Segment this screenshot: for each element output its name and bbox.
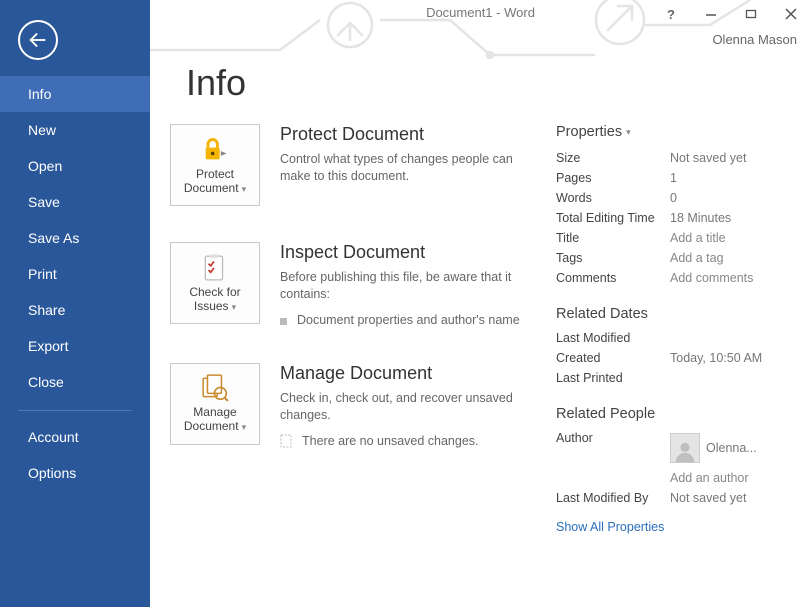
prop-last-printed: Last Printed [556, 368, 801, 388]
sidebar-item-label: Info [28, 86, 51, 102]
sidebar-item-label: Close [28, 374, 64, 390]
sidebar-item-label: Share [28, 302, 65, 318]
sidebar-item-label: Open [28, 158, 62, 174]
section-text: Protect Document Control what types of c… [280, 124, 540, 206]
properties-panel: Properties ▾ SizeNot saved yet Pages1 Wor… [540, 124, 801, 607]
sidebar-item-info[interactable]: Info [0, 76, 150, 112]
bullet-icon [280, 318, 287, 325]
related-people-heading: Related People [556, 406, 801, 422]
section-desc: Control what types of changes people can… [280, 151, 530, 185]
sidebar-item-saveas[interactable]: Save As [0, 220, 150, 256]
back-button[interactable] [18, 20, 58, 60]
sidebar-item-label: Export [28, 338, 68, 354]
prop-time: Total Editing Time18 Minutes [556, 208, 801, 228]
help-icon: ? [667, 7, 675, 22]
main-pane: Document1 - Word ? Olenna Mason Info [150, 0, 811, 607]
page-icon [280, 434, 292, 451]
section-desc: Before publishing this file, be aware th… [280, 269, 530, 303]
section-text: Manage Document Check in, check out, and… [280, 363, 540, 451]
tile-label: Check for Issues▾ [189, 286, 240, 314]
minimize-icon [705, 8, 717, 20]
section-title: Protect Document [280, 124, 540, 145]
prop-size: SizeNot saved yet [556, 148, 801, 168]
prop-comments[interactable]: CommentsAdd comments [556, 268, 801, 288]
properties-heading: Properties [556, 124, 622, 140]
section-manage: Manage Document▾ Manage Document Check i… [170, 363, 540, 451]
prop-pages: Pages1 [556, 168, 801, 188]
prop-author: Author Olenna... Add an author [556, 428, 801, 488]
protect-document-button[interactable]: Protect Document▾ [170, 124, 260, 206]
sidebar-item-options[interactable]: Options [0, 455, 150, 491]
related-dates-heading: Related Dates [556, 306, 801, 322]
bullet-text: There are no unsaved changes. [302, 434, 479, 448]
lock-icon [201, 135, 229, 165]
section-bullet: There are no unsaved changes. [280, 434, 540, 451]
sidebar-divider [18, 410, 132, 411]
add-author-field[interactable]: Add an author [670, 471, 757, 485]
check-for-issues-button[interactable]: Check for Issues▾ [170, 242, 260, 324]
prop-last-modified-by: Last Modified ByNot saved yet [556, 488, 801, 508]
titlebar: ? [150, 0, 811, 28]
chevron-down-icon: ▾ [626, 127, 631, 138]
author-entry[interactable]: Olenna... [670, 433, 757, 463]
section-bullet: Document properties and author's name [280, 313, 540, 327]
sidebar-item-close[interactable]: Close [0, 364, 150, 400]
restore-button[interactable] [731, 0, 771, 28]
prop-title[interactable]: TitleAdd a title [556, 228, 801, 248]
sidebar-item-account[interactable]: Account [0, 419, 150, 455]
section-title: Inspect Document [280, 242, 540, 263]
back-arrow-icon [27, 29, 49, 51]
bullet-text: Document properties and author's name [297, 313, 520, 327]
sidebar-item-label: Print [28, 266, 57, 282]
checklist-icon [202, 253, 228, 283]
avatar-icon [670, 433, 700, 463]
manage-document-button[interactable]: Manage Document▾ [170, 363, 260, 445]
sidebar-item-export[interactable]: Export [0, 328, 150, 364]
section-title: Manage Document [280, 363, 540, 384]
prop-tags[interactable]: TagsAdd a tag [556, 248, 801, 268]
help-button[interactable]: ? [651, 0, 691, 28]
tile-label: Manage Document▾ [184, 406, 246, 434]
restore-icon [745, 8, 757, 20]
info-content: Protect Document▾ Protect Document Contr… [170, 124, 801, 607]
sidebar-item-label: Save As [28, 230, 79, 246]
prop-words: Words0 [556, 188, 801, 208]
section-text: Inspect Document Before publishing this … [280, 242, 540, 327]
author-name: Olenna... [706, 441, 757, 455]
sidebar-item-open[interactable]: Open [0, 148, 150, 184]
sidebar-item-print[interactable]: Print [0, 256, 150, 292]
section-desc: Check in, check out, and recover unsaved… [280, 390, 530, 424]
minimize-button[interactable] [691, 0, 731, 28]
info-left-column: Protect Document▾ Protect Document Contr… [170, 124, 540, 607]
page-heading: Info [186, 62, 246, 104]
prop-last-modified: Last Modified [556, 328, 801, 348]
sidebar-item-label: New [28, 122, 56, 138]
close-icon [785, 8, 797, 20]
backstage-sidebar: Info New Open Save Save As Print Share E… [0, 0, 150, 607]
properties-dropdown[interactable]: Properties ▾ [556, 124, 631, 140]
show-all-properties-link[interactable]: Show All Properties [556, 520, 664, 534]
close-button[interactable] [771, 0, 811, 28]
sidebar-item-share[interactable]: Share [0, 292, 150, 328]
document-versions-icon [201, 373, 229, 403]
sidebar-item-label: Options [28, 465, 76, 481]
prop-created: CreatedToday, 10:50 AM [556, 348, 801, 368]
user-name[interactable]: Olenna Mason [712, 32, 797, 47]
section-inspect: Check for Issues▾ Inspect Document Befor… [170, 242, 540, 327]
sidebar-item-label: Account [28, 429, 79, 445]
sidebar-item-new[interactable]: New [0, 112, 150, 148]
sidebar-item-label: Save [28, 194, 60, 210]
section-protect: Protect Document▾ Protect Document Contr… [170, 124, 540, 206]
tile-label: Protect Document▾ [184, 168, 246, 196]
sidebar-item-save[interactable]: Save [0, 184, 150, 220]
